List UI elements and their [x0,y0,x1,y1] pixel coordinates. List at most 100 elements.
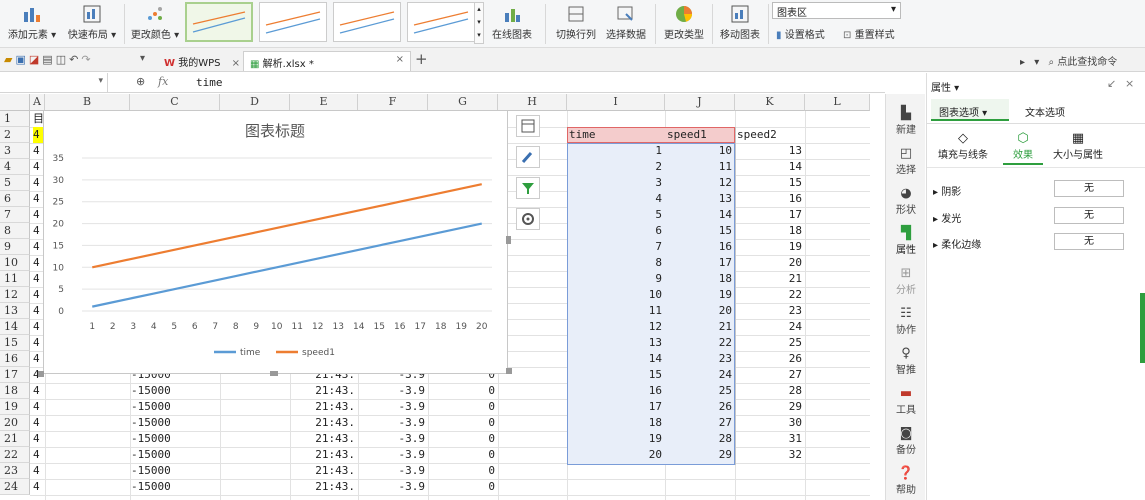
table-header-time[interactable]: time [569,127,664,143]
cell-a[interactable]: 4 [33,447,45,463]
cell-a[interactable]: 4 [33,479,45,495]
table-cell-speed2[interactable]: 21 [736,271,804,287]
cell-g[interactable]: 0 [429,415,497,431]
table-cell-speed2[interactable]: 32 [736,447,804,463]
table-cell-speed2[interactable]: 30 [736,415,804,431]
table-cell-speed1[interactable]: 19 [666,287,734,303]
cell-c[interactable]: -15000 [131,415,219,431]
resize-handle[interactable] [506,368,512,374]
table-cell-time[interactable]: 6 [568,223,664,239]
save-icon[interactable]: ▣ [15,53,28,66]
table-cell-speed2[interactable]: 17 [736,207,804,223]
table-cell-speed1[interactable]: 20 [666,303,734,319]
row-header[interactable]: 9 [0,239,30,255]
formula-input[interactable]: time [196,76,223,89]
table-cell-speed2[interactable]: 16 [736,191,804,207]
table-cell-time[interactable]: 7 [568,239,664,255]
cell-f[interactable]: -3.9 [359,463,427,479]
change-type-button[interactable]: 更改类型 [660,2,708,46]
table-cell-speed2[interactable]: 29 [736,399,804,415]
row-header[interactable]: 10 [0,255,30,271]
cell-e[interactable]: 21:43. [291,399,357,415]
tab-my-wps[interactable]: W 我的WPS × [158,51,246,71]
cell-c[interactable]: -15000 [131,431,219,447]
row-header[interactable]: 18 [0,383,30,399]
select-all-corner[interactable] [0,94,30,111]
sidebar-item-help[interactable]: ❓ 帮助 [886,466,926,496]
cell-e[interactable]: 21:43. [291,479,357,495]
table-cell-speed2[interactable]: 27 [736,367,804,383]
add-element-button[interactable]: 添加元素 ▾ [4,2,60,46]
table-cell-speed2[interactable]: 14 [736,159,804,175]
table-cell-speed1[interactable]: 22 [666,335,734,351]
move-chart-button[interactable]: 移动图表 [716,2,764,46]
table-cell-speed2[interactable]: 19 [736,239,804,255]
cell-a[interactable]: 4 [33,431,45,447]
cell-f[interactable]: -3.9 [359,399,427,415]
cell-a[interactable]: 4 [33,383,45,399]
sidebar-item-tools[interactable]: ▬ 工具 [886,386,926,416]
tab-text-options[interactable]: 文本选项 [1025,104,1065,119]
table-cell-speed2[interactable]: 18 [736,223,804,239]
column-header[interactable]: H [498,94,567,111]
row-header[interactable]: 6 [0,191,30,207]
column-header[interactable]: B [45,94,130,111]
search-command[interactable]: ▸ ▾ ⌕ 点此查找命令 [1020,53,1117,68]
row-header[interactable]: 7 [0,207,30,223]
table-cell-time[interactable]: 11 [568,303,664,319]
table-cell-speed1[interactable]: 16 [666,239,734,255]
set-format-button[interactable]: ▮ 设置格式 [776,26,825,41]
table-cell-time[interactable]: 10 [568,287,664,303]
cell-c[interactable]: -15000 [131,463,219,479]
undo-icon[interactable]: ↶ [69,53,81,66]
cell-a[interactable]: 4 [33,463,45,479]
column-header[interactable]: D [220,94,290,111]
row-header[interactable]: 2 [0,127,30,143]
table-cell-speed1[interactable]: 24 [666,367,734,383]
table-cell-speed2[interactable]: 28 [736,383,804,399]
row-header[interactable]: 22 [0,447,30,463]
table-cell-speed2[interactable]: 22 [736,287,804,303]
chart-elements-button[interactable] [516,115,540,137]
preview-icon[interactable]: ◫ [56,53,69,66]
glow-value-button[interactable]: 无 [1054,207,1124,224]
table-cell-speed1[interactable]: 23 [666,351,734,367]
reset-style-button[interactable]: ⊡ 重置样式 [843,26,895,41]
column-header[interactable]: K [735,94,805,111]
column-header[interactable]: L [805,94,870,111]
cell-g[interactable]: 0 [429,463,497,479]
cell-f[interactable]: -3.9 [359,447,427,463]
column-header[interactable]: G [428,94,498,111]
quick-access-dropdown[interactable]: ▾ [140,53,145,64]
row-header[interactable]: 15 [0,335,30,351]
resize-handle[interactable] [270,371,278,376]
pane-title[interactable]: 属性 ▾ [931,79,959,94]
table-cell-speed2[interactable]: 26 [736,351,804,367]
name-box[interactable]: ▾ [0,73,108,92]
table-cell-time[interactable]: 5 [568,207,664,223]
table-cell-speed2[interactable]: 25 [736,335,804,351]
cell-c[interactable]: -15000 [131,399,219,415]
shadow-row[interactable]: ▸ 阴影 [933,183,961,198]
row-header[interactable]: 16 [0,351,30,367]
table-cell-time[interactable]: 15 [568,367,664,383]
row-header[interactable]: 1 [0,111,30,127]
table-header-speed1[interactable]: speed1 [667,127,734,143]
table-cell-speed2[interactable]: 24 [736,319,804,335]
cell-e[interactable]: 21:43. [291,447,357,463]
row-header[interactable]: 4 [0,159,30,175]
table-header-speed2[interactable]: speed2 [737,127,804,143]
cell-g[interactable]: 0 [429,479,497,495]
table-cell-speed1[interactable]: 11 [666,159,734,175]
table-cell-time[interactable]: 17 [568,399,664,415]
quick-layout-button[interactable]: 快速布局 ▾ [64,2,120,46]
chart-element-select[interactable]: 图表区 ▾ [772,2,901,19]
sidebar-item-property[interactable]: ▜ 属性 [886,226,926,256]
cell-f[interactable]: -3.9 [359,479,427,495]
column-header[interactable]: C [130,94,220,111]
switch-row-col-button[interactable]: 切换行列 [552,2,600,46]
table-cell-time[interactable]: 20 [568,447,664,463]
table-cell-time[interactable]: 8 [568,255,664,271]
chart-style-thumb[interactable] [185,2,253,42]
table-cell-speed2[interactable]: 15 [736,175,804,191]
